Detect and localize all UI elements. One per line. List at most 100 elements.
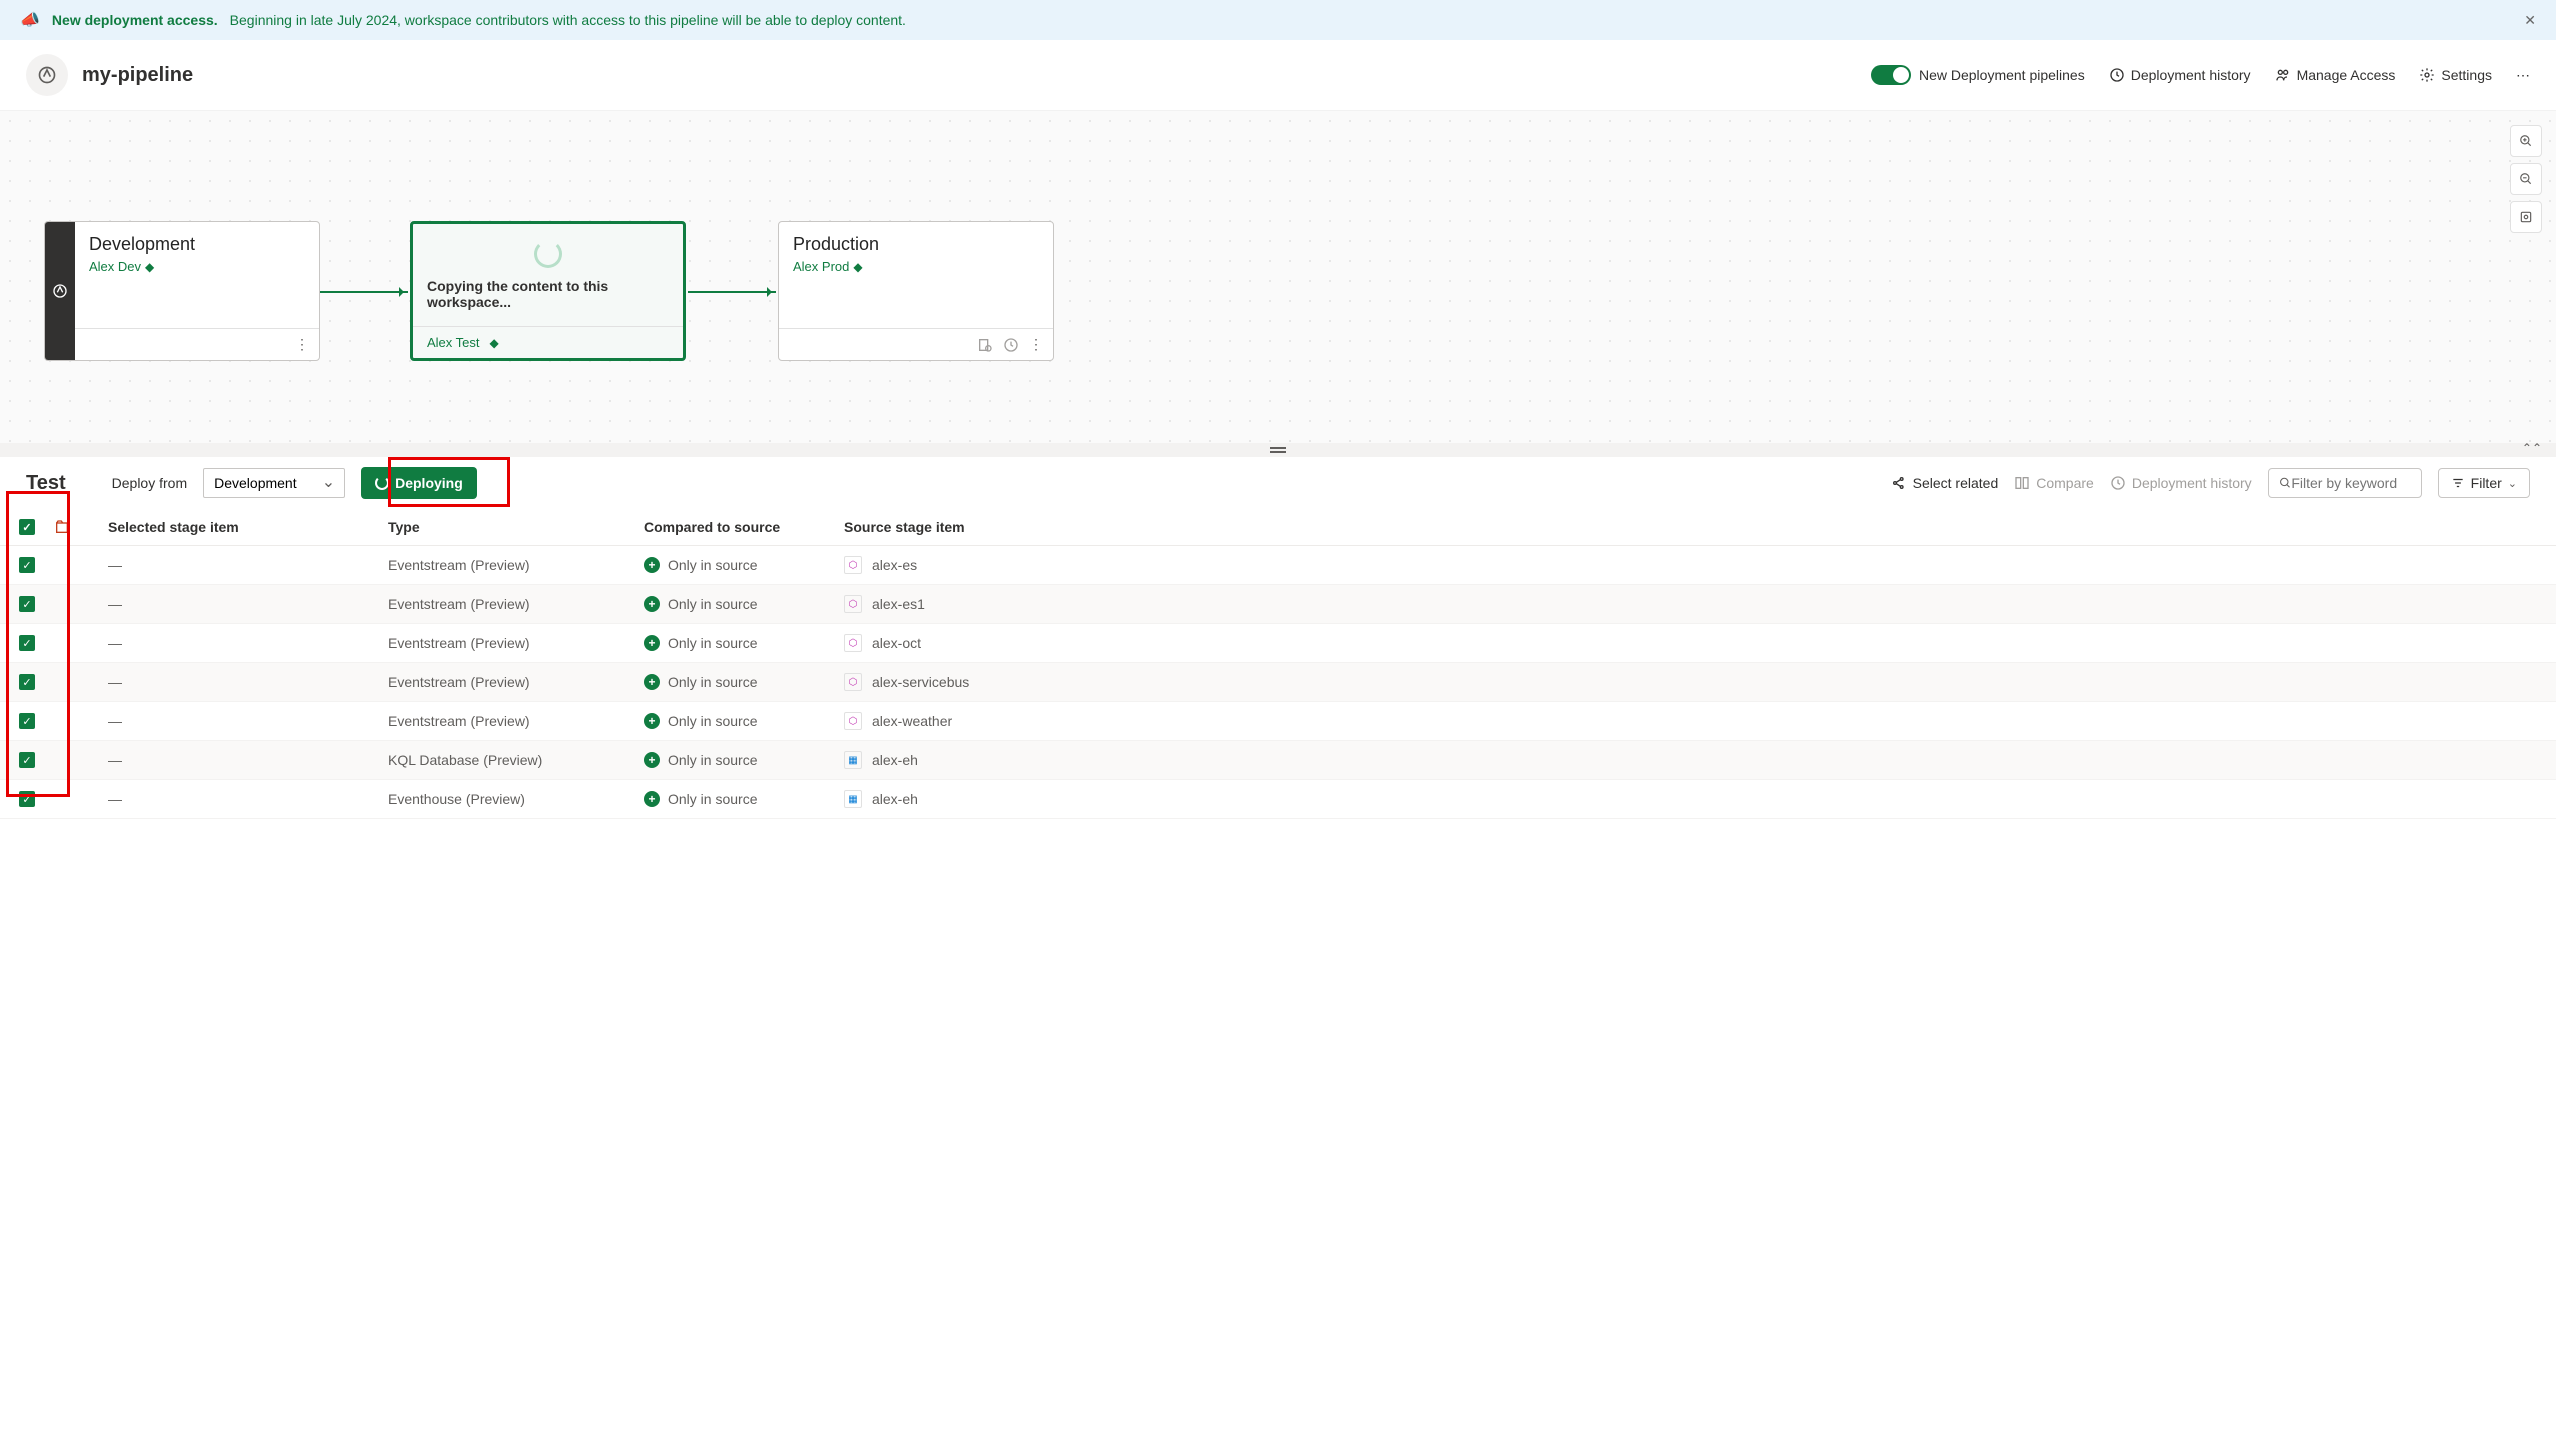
cell-source: ▦ alex-eh xyxy=(844,790,2530,808)
people-icon xyxy=(2275,67,2291,83)
compare-icon xyxy=(2014,475,2030,491)
cell-compared: + Only in source xyxy=(644,557,844,573)
search-input-wrap xyxy=(2268,468,2422,498)
premium-icon: ◆ xyxy=(853,260,862,274)
close-icon[interactable]: ✕ xyxy=(2524,12,2536,29)
compare-button[interactable]: Compare xyxy=(2014,475,2094,491)
pipeline-canvas: Development Alex Dev ◆ ⋮ Copying the con… xyxy=(0,111,2556,443)
plus-icon: + xyxy=(644,557,660,573)
current-stage-title: Test xyxy=(26,472,66,495)
cell-selected: — xyxy=(108,596,388,612)
cell-selected: — xyxy=(108,713,388,729)
new-pipelines-toggle[interactable] xyxy=(1871,65,1911,85)
deployment-history-button[interactable]: Deployment history xyxy=(2109,67,2251,83)
eventstream-icon: ⬡ xyxy=(844,673,862,691)
megaphone-icon: 📣 xyxy=(20,10,40,30)
items-table: ✓ Selected stage item Type Compared to s… xyxy=(0,509,2556,819)
zoom-in-icon xyxy=(2519,134,2533,148)
stage-prod-workspace: Alex Prod xyxy=(793,259,849,274)
filter-button[interactable]: Filter ⌄ xyxy=(2438,468,2530,498)
panel-drag-handle[interactable]: ⌃⌃ xyxy=(0,443,2556,457)
cell-source: ⬡ alex-oct xyxy=(844,634,2530,652)
search-icon xyxy=(2279,476,2292,490)
zoom-in-button[interactable] xyxy=(2510,125,2542,157)
fit-view-button[interactable] xyxy=(2510,201,2542,233)
row-checkbox[interactable]: ✓ xyxy=(19,752,35,768)
folder-icon xyxy=(54,519,70,535)
stage-test-workspace: Alex Test xyxy=(427,335,480,350)
history-icon[interactable] xyxy=(1003,337,1019,353)
plus-icon: + xyxy=(644,596,660,612)
table-row[interactable]: ✓ — Eventstream (Preview) + Only in sour… xyxy=(0,624,2556,663)
cell-selected: — xyxy=(108,557,388,573)
cell-source: ⬡ alex-weather xyxy=(844,712,2530,730)
stage-card-test[interactable]: Copying the content to this workspace...… xyxy=(410,221,686,361)
manage-access-button[interactable]: Manage Access xyxy=(2275,67,2396,83)
stage-dev-indicator xyxy=(45,222,75,360)
deployment-history-button[interactable]: Deployment history xyxy=(2110,475,2252,491)
stage-test-copying-msg: Copying the content to this workspace... xyxy=(427,278,669,310)
share-icon xyxy=(1891,475,1907,491)
select-all-checkbox[interactable]: ✓ xyxy=(19,519,35,535)
plus-icon: + xyxy=(644,635,660,651)
settings-button[interactable]: Settings xyxy=(2419,67,2492,83)
col-selected: Selected stage item xyxy=(108,519,388,535)
database-icon: ▦ xyxy=(844,790,862,808)
filter-icon xyxy=(2451,476,2465,490)
zoom-out-button[interactable] xyxy=(2510,163,2542,195)
row-checkbox[interactable]: ✓ xyxy=(19,791,35,807)
plus-icon: + xyxy=(644,674,660,690)
rules-icon[interactable] xyxy=(977,337,993,353)
cell-selected: — xyxy=(108,791,388,807)
row-checkbox[interactable]: ✓ xyxy=(19,713,35,729)
table-row[interactable]: ✓ — Eventhouse (Preview) + Only in sourc… xyxy=(0,780,2556,819)
premium-icon: ◆ xyxy=(145,260,154,274)
chevron-down-icon: ⌄ xyxy=(2508,477,2517,490)
history-icon xyxy=(2110,475,2126,491)
cell-compared: + Only in source xyxy=(644,674,844,690)
spinner-icon xyxy=(375,476,389,490)
cell-type: Eventstream (Preview) xyxy=(388,674,644,690)
premium-icon: ◆ xyxy=(490,336,499,350)
cell-type: KQL Database (Preview) xyxy=(388,752,644,768)
gear-icon xyxy=(2419,67,2435,83)
row-checkbox[interactable]: ✓ xyxy=(19,557,35,573)
search-input[interactable] xyxy=(2291,475,2410,491)
eventstream-icon: ⬡ xyxy=(844,556,862,574)
table-row[interactable]: ✓ — KQL Database (Preview) + Only in sou… xyxy=(0,741,2556,780)
cell-source: ⬡ alex-es1 xyxy=(844,595,2530,613)
stage-dev-more-button[interactable]: ⋮ xyxy=(295,336,309,353)
deploy-button[interactable]: Deploying xyxy=(361,467,477,499)
history-icon xyxy=(2109,67,2125,83)
select-related-button[interactable]: Select related xyxy=(1891,475,1999,491)
plus-icon: + xyxy=(644,713,660,729)
drag-grip-icon xyxy=(1270,447,1286,453)
table-row[interactable]: ✓ — Eventstream (Preview) + Only in sour… xyxy=(0,663,2556,702)
cell-source: ▦ alex-eh xyxy=(844,751,2530,769)
more-icon: ⋯ xyxy=(2516,67,2530,84)
cell-selected: — xyxy=(108,752,388,768)
spinner-icon xyxy=(534,240,562,268)
cell-compared: + Only in source xyxy=(644,713,844,729)
cell-compared: + Only in source xyxy=(644,596,844,612)
cell-type: Eventstream (Preview) xyxy=(388,596,644,612)
table-row[interactable]: ✓ — Eventstream (Preview) + Only in sour… xyxy=(0,585,2556,624)
deploy-from-select[interactable]: Development xyxy=(203,468,345,498)
table-row[interactable]: ✓ — Eventstream (Preview) + Only in sour… xyxy=(0,702,2556,741)
page-title: my-pipeline xyxy=(82,64,193,87)
zoom-out-icon xyxy=(2519,172,2533,186)
expand-up-icon[interactable]: ⌃⌃ xyxy=(2522,441,2542,455)
cell-compared: + Only in source xyxy=(644,635,844,651)
table-row[interactable]: ✓ — Eventstream (Preview) + Only in sour… xyxy=(0,546,2556,585)
row-checkbox[interactable]: ✓ xyxy=(19,596,35,612)
row-checkbox[interactable]: ✓ xyxy=(19,635,35,651)
stage-prod-title: Production xyxy=(793,234,1039,255)
stage-prod-more-button[interactable]: ⋮ xyxy=(1029,336,1043,353)
banner-title: New deployment access. xyxy=(52,12,218,28)
row-checkbox[interactable]: ✓ xyxy=(19,674,35,690)
table-header-row: ✓ Selected stage item Type Compared to s… xyxy=(0,509,2556,546)
stage-card-production[interactable]: Production Alex Prod ◆ ⋮ xyxy=(778,221,1054,361)
cell-selected: — xyxy=(108,635,388,651)
more-button[interactable]: ⋯ xyxy=(2516,67,2530,84)
stage-card-development[interactable]: Development Alex Dev ◆ ⋮ xyxy=(44,221,320,361)
